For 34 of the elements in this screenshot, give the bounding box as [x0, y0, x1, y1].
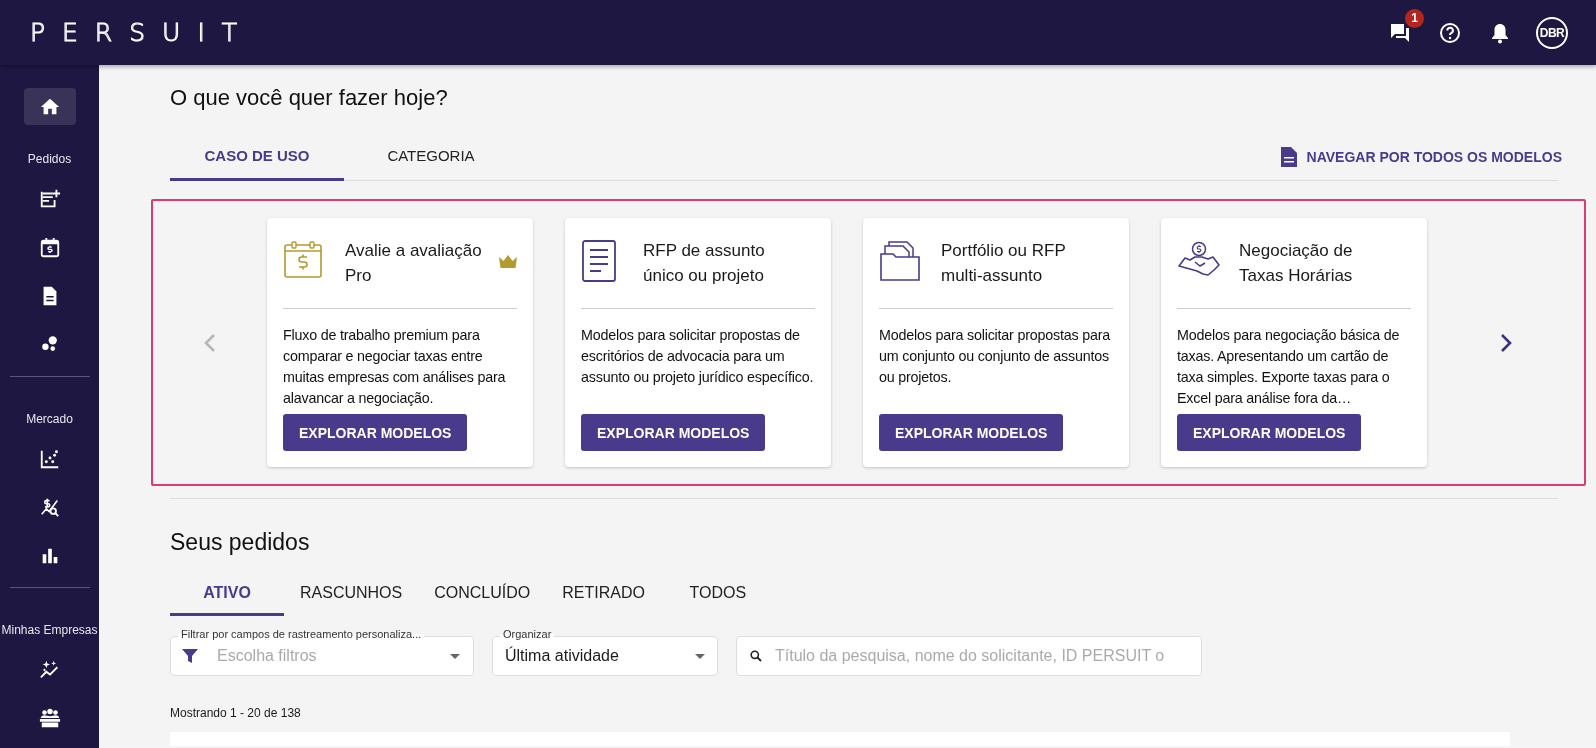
card-title: RFP de assunto único ou projeto: [643, 240, 766, 287]
section-label: Mercado: [26, 412, 73, 427]
tab[interactable]: RASCUNHOS: [284, 572, 419, 616]
tab[interactable]: CONCLUÍDO: [418, 572, 547, 616]
section-heading: Seus pedidos: [170, 529, 311, 556]
notification-badge: 1: [1405, 8, 1424, 28]
tab[interactable]: CATEGORIA: [344, 133, 518, 181]
browse-templates-link[interactable]: NAVEGAR POR TODOS OS MODELOS: [1280, 146, 1562, 167]
page-heading: O que você quer fazer hoje?: [170, 85, 449, 111]
browse-templates-text: NAVEGAR POR TODOS OS MODELOS: [1306, 148, 1562, 165]
card-description: Modelos para solicitar propostas para um conjunto ou conjunto de assuntos ou projetos.: [879, 326, 1112, 387]
explore-button[interactable]: EXPLORAR MODELOS: [879, 414, 1064, 451]
results-count: Mostrando 1 - 20 de 138: [170, 706, 302, 720]
explore-button[interactable]: EXPLORAR MODELOS: [283, 414, 468, 451]
tab[interactable]: ATIVO: [170, 572, 284, 616]
card-title: Avalie a avaliação Pro: [345, 240, 483, 287]
card-title: Portfólio ou RFP multi-assunto: [941, 240, 1067, 287]
user-avatar[interactable]: DBR: [1536, 16, 1568, 49]
section-label: Pedidos: [27, 152, 72, 167]
field-label: Filtrar por campos de rastreamento personaliza...: [178, 628, 425, 640]
dropdown-value: Última atividade: [505, 647, 620, 665]
card-description: Fluxo de trabalho premium para comparar e negociar taxas entre muitas empresas com análises para alavancar a negociação.: [283, 326, 507, 408]
tab[interactable]: CASO DE USO: [170, 133, 344, 181]
tab[interactable]: RETIRADO: [546, 572, 661, 616]
card-description: Modelos para solicitar propostas de escritórios de advocacia para um assunto ou projeto jurídico específico.: [581, 326, 815, 387]
search-field[interactable]: Título da pesquisa, nome do solicitante, ID PERSUIT o: [736, 636, 1202, 676]
explore-button[interactable]: EXPLORAR MODELOS: [1177, 414, 1362, 451]
explore-button[interactable]: EXPLORAR MODELOS: [581, 414, 766, 451]
persuit-logo[interactable]: PERSUIT: [30, 18, 255, 47]
section-label: Minhas Empresas: [1, 623, 98, 638]
field-label: Organizar: [500, 628, 555, 640]
tab[interactable]: TODOS: [660, 572, 775, 616]
card-description: Modelos para negociação básica de taxas. Apresentando um cartão de taxa simples. Exporte taxas para o Excel para análise fora da…: [1177, 326, 1401, 408]
card-title: Negociação de Taxas Horárias: [1239, 240, 1354, 287]
